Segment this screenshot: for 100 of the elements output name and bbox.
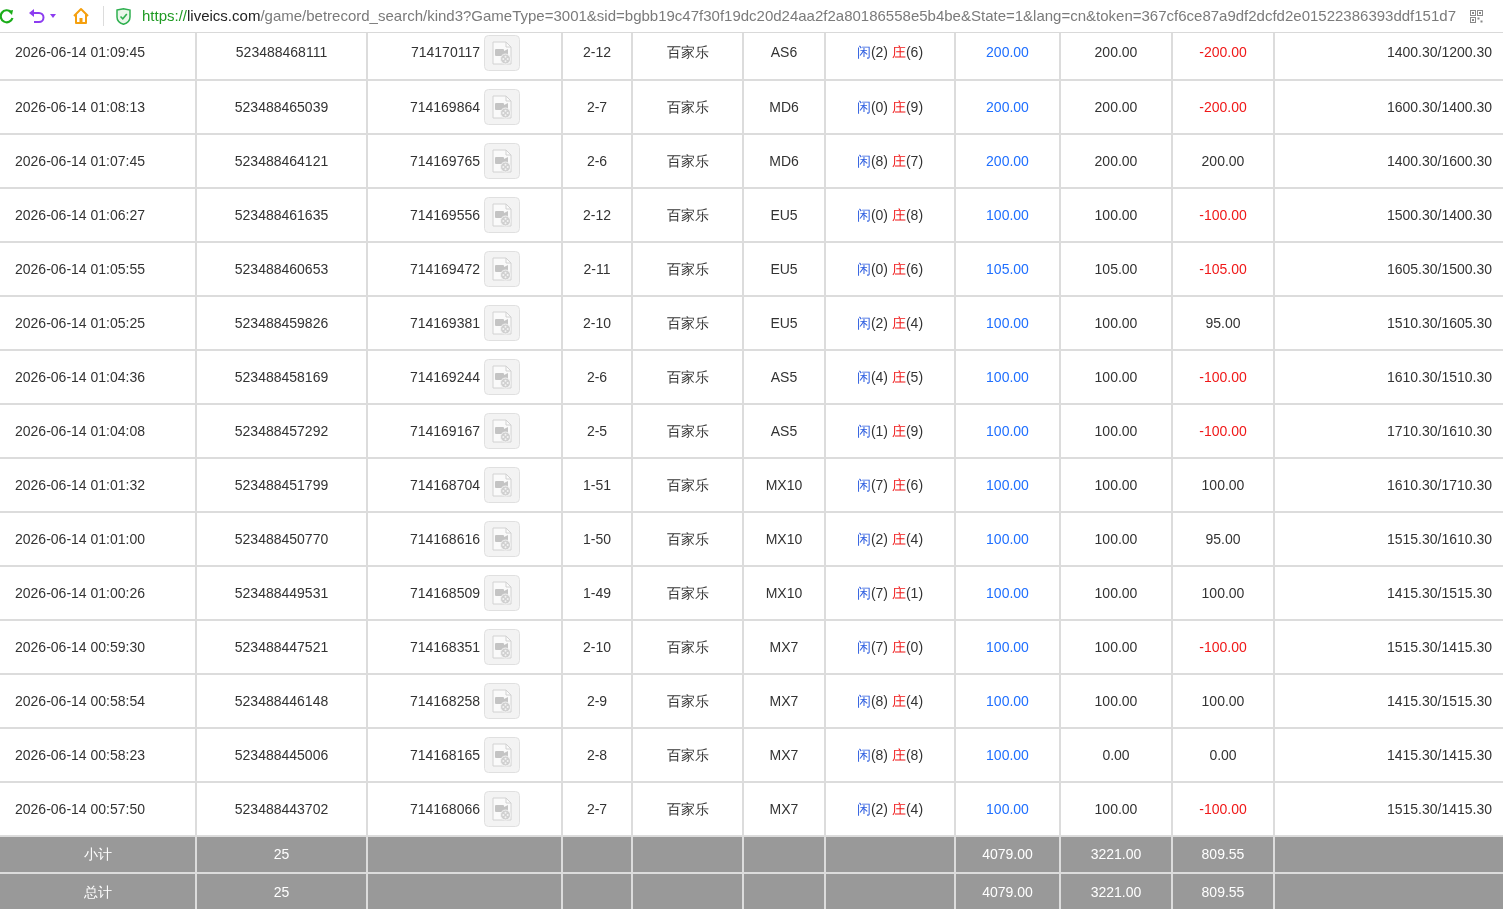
table-cell-text: 714168616 [409,529,480,549]
table-cell: 百家乐 [632,350,743,404]
table-cell: 闲(2) 庄(4) [825,296,955,350]
qr-code-icon[interactable] [1470,9,1483,23]
table-cell: 523488460653 [196,242,367,296]
table-cell: 1600.30/1400.30 [1274,80,1503,134]
table-cell: MX10 [743,458,825,512]
table-cell-text: 714169765 [409,151,480,171]
table-cell-text: 714169381 [409,313,480,333]
film-camera-icon[interactable] [484,413,520,449]
table-cell: 200.00 [1172,134,1274,188]
table-cell: 1415.30/1515.30 [1274,566,1503,620]
table-cell: 1-49 [562,566,632,620]
table-cell: 闲(7) 庄(0) [825,620,955,674]
caret-icon[interactable] [50,14,56,18]
table-cell: 100.00 [1060,566,1172,620]
table-cell: MX7 [743,674,825,728]
table-cell: 百家乐 [632,620,743,674]
table-cell: 1-51 [562,458,632,512]
table-cell: 105.00 [955,242,1060,296]
film-camera-icon[interactable] [484,683,520,719]
table-cell: 523488450770 [196,512,367,566]
film-camera-icon[interactable] [484,143,520,179]
table-cell: 100.00 [1060,458,1172,512]
table-cell-text: 714169167 [409,421,480,441]
table-cell: 1515.30/1415.30 [1274,620,1503,674]
table-cell: AS6 [743,33,825,80]
table-cell: 闲(4) 庄(5) [825,350,955,404]
table-cell-text: 714168509 [409,583,480,603]
film-camera-icon[interactable] [484,521,520,557]
table-cell: 闲(0) 庄(8) [825,188,955,242]
film-camera-icon[interactable] [484,197,520,233]
table-cell: EU5 [743,188,825,242]
refresh-icon[interactable] [0,8,14,24]
undo-icon[interactable] [28,8,46,24]
table-cell: 200.00 [955,134,1060,188]
table-cell: 百家乐 [632,404,743,458]
film-camera-icon[interactable] [484,305,520,341]
table-cell: 523488458169 [196,350,367,404]
table-cell: 523488447521 [196,620,367,674]
table-cell: 百家乐 [632,728,743,782]
table-cell: 1605.30/1500.30 [1274,242,1503,296]
table-cell: 0.00 [1172,728,1274,782]
table-cell: 闲(8) 庄(4) [825,674,955,728]
table-cell: 百家乐 [632,33,743,80]
table-cell: AS5 [743,350,825,404]
film-camera-icon[interactable] [484,737,520,773]
table-cell: 2-5 [562,404,632,458]
table-cell: 523488449531 [196,566,367,620]
table-cell: 百家乐 [632,80,743,134]
table-cell-text: 714168165 [409,745,480,765]
film-camera-icon[interactable] [484,34,520,71]
table-cell: 2-10 [562,620,632,674]
film-camera-icon[interactable] [484,251,520,287]
table-cell: 2026-06-14 01:04:36 [0,350,196,404]
table-cell: 200.00 [1060,80,1172,134]
table-cell: 百家乐 [632,296,743,350]
film-camera-icon[interactable] [484,791,520,827]
table-cell: 523488464121 [196,134,367,188]
table-cell: 0.00 [1060,728,1172,782]
film-camera-icon[interactable] [484,467,520,503]
table-cell: 1500.30/1400.30 [1274,188,1503,242]
table-cell: 闲(1) 庄(9) [825,404,955,458]
table-cell: 1-50 [562,512,632,566]
table-cell: 100.00 [955,188,1060,242]
table-cell: 100.00 [955,512,1060,566]
address-field[interactable]: https://liveics.com/game/betrecord_search/kind3?GameType=3001&sid=bgbb19c47f30f19dc20d24aa2f2a80186558e5b4be&State=1&lang=cn&token=367cf6ce87a9df2dcfd2e01522386393ddf151d7 [142,6,1456,26]
film-camera-icon[interactable] [484,575,520,611]
table-cell: MD6 [743,134,825,188]
table-cell: 总计 [0,873,196,909]
table-cell: 523488451799 [196,458,367,512]
table-cell: 100.00 [1060,404,1172,458]
film-camera-icon[interactable] [484,629,520,665]
table-cell: 2-11 [562,242,632,296]
shield-check-icon[interactable] [116,7,131,25]
table-cell: 809.55 [1172,873,1274,909]
table-cell: 100.00 [955,620,1060,674]
table-cell: 2026-06-14 00:58:54 [0,674,196,728]
table-cell: 2026-06-14 01:06:27 [0,188,196,242]
home-icon[interactable] [72,7,90,25]
table-cell-text: 714170117 [410,43,480,62]
table-cell: 2-12 [562,188,632,242]
table-cell: 200.00 [1060,134,1172,188]
table-cell: MX10 [743,566,825,620]
table-cell: 1400.30/1600.30 [1274,134,1503,188]
table-cell: 100.00 [1060,296,1172,350]
table-cell: 2026-06-14 01:07:45 [0,134,196,188]
table-cell: 2026-06-14 01:01:32 [0,458,196,512]
table-cell: 2026-06-14 01:09:45 [0,33,196,80]
table-cell: MD6 [743,80,825,134]
table-cell-text: 714168704 [409,475,480,495]
film-camera-icon[interactable] [484,89,520,125]
table-cell: 闲(7) 庄(1) [825,566,955,620]
table-cell: 2026-06-14 01:05:25 [0,296,196,350]
table-cell: 1510.30/1605.30 [1274,296,1503,350]
table-cell: 1710.30/1610.30 [1274,404,1503,458]
table-cell: -200.00 [1172,33,1274,80]
film-camera-icon[interactable] [484,359,520,395]
table-cell: 100.00 [955,296,1060,350]
table-cell: 105.00 [1060,242,1172,296]
